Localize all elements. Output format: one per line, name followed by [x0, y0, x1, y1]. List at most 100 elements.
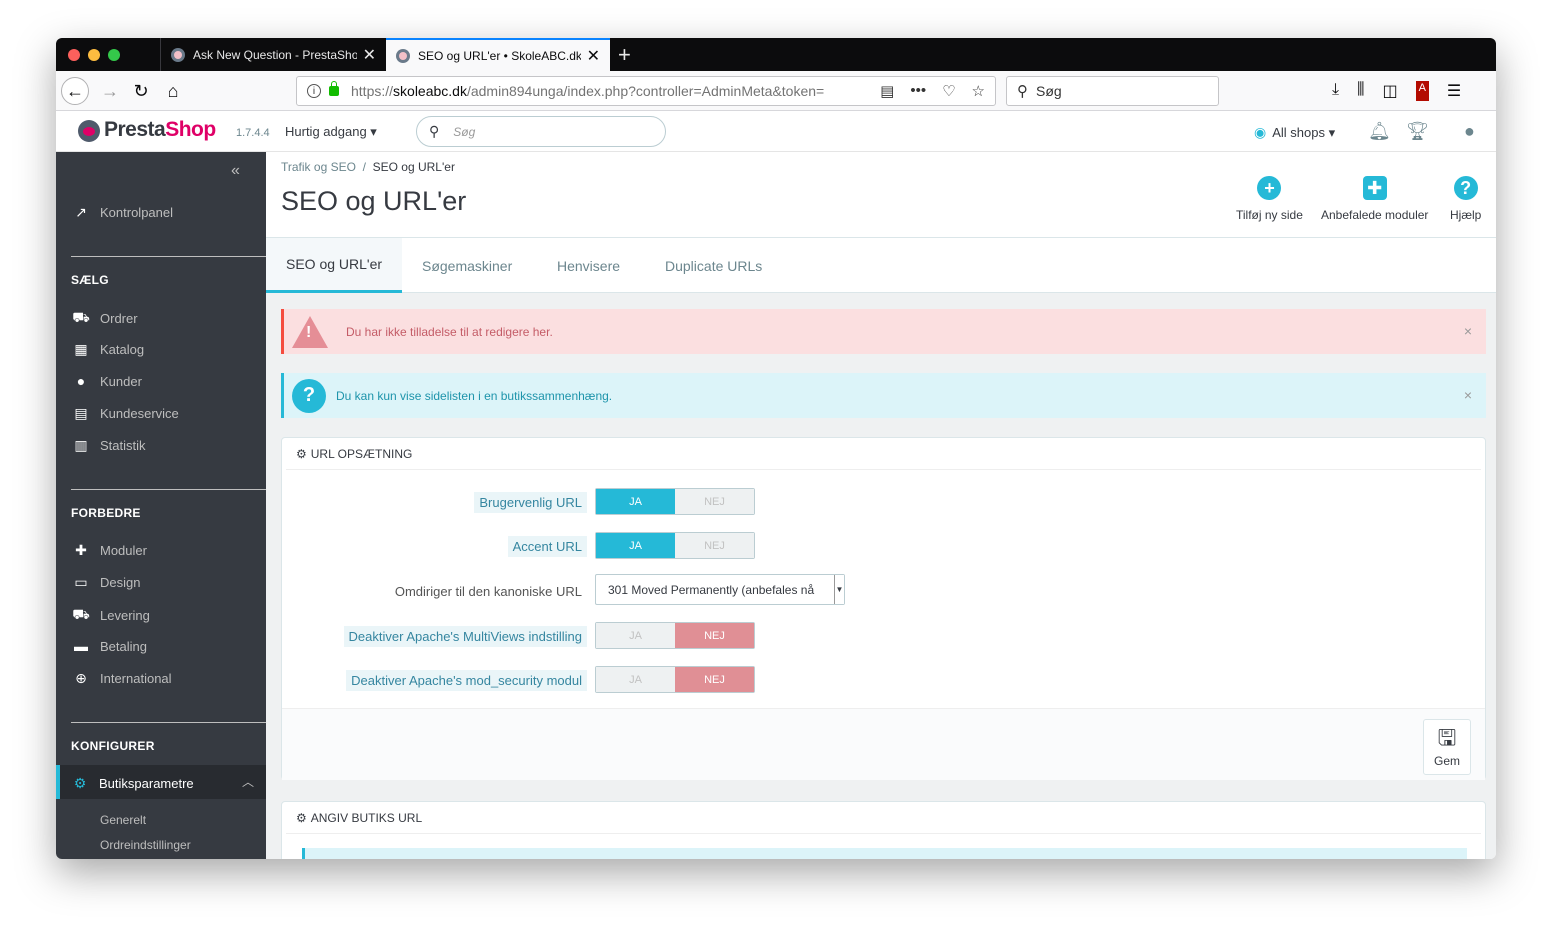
- url-setup-panel: ⚙ URL OPSÆTNING Brugervenlig URL JA NEJ …: [281, 437, 1486, 780]
- switch-no[interactable]: NEJ: [675, 489, 754, 514]
- library-icon[interactable]: ⫼: [1357, 81, 1364, 101]
- switch-no[interactable]: NEJ: [675, 623, 754, 648]
- arrow-left-icon: ←: [66, 80, 84, 101]
- sidebar-item-catalog[interactable]: ▦ Katalog: [72, 341, 144, 358]
- all-shops-dropdown[interactable]: ◉ All shops ▾: [1254, 124, 1335, 141]
- browser-tab-1[interactable]: Ask New Question - PrestaShop ✕: [160, 38, 386, 71]
- back-button[interactable]: ←: [61, 77, 89, 105]
- sidebar-item-payment[interactable]: ▬ Betaling: [72, 638, 147, 654]
- prestashop-favicon-icon: [396, 48, 410, 63]
- sidebar-item-modules[interactable]: ✚ Moduler: [72, 542, 147, 559]
- close-alert-button[interactable]: ×: [1464, 387, 1472, 403]
- field-label[interactable]: Brugervenlig URL: [474, 492, 587, 513]
- switch-yes[interactable]: JA: [596, 489, 675, 514]
- quick-access-dropdown[interactable]: Hurtig adgang ▾: [285, 124, 377, 140]
- download-icon[interactable]: ⤓: [1332, 81, 1339, 101]
- reload-button[interactable]: ↻: [127, 77, 155, 105]
- prestashop-logo[interactable]: PrestaShop: [104, 118, 216, 142]
- pocket-icon[interactable]: ♡: [942, 82, 955, 100]
- field-label[interactable]: Accent URL: [507, 536, 587, 557]
- sidebar-item-international[interactable]: ⊕ International: [72, 670, 171, 687]
- browser-tab-2[interactable]: SEO og URL'er • SkoleABC.dk ✕: [386, 38, 610, 71]
- close-tab-icon[interactable]: ✕: [587, 46, 600, 66]
- accent-url-switch[interactable]: JA NEJ: [595, 532, 755, 559]
- help-button[interactable]: ? Hjælp: [1450, 176, 1481, 222]
- admin-search-input[interactable]: ⚲ Søg: [416, 116, 666, 147]
- sidebar-heading-sell: SÆLG: [71, 273, 109, 287]
- sidebar-subitem-order-settings[interactable]: Ordreindstillinger: [100, 838, 191, 852]
- url-bar[interactable]: i https://skoleabc.dk/admin894unga/index…: [296, 76, 996, 106]
- prestashop-logo-icon[interactable]: [78, 120, 100, 142]
- collapse-sidebar-icon[interactable]: «: [231, 162, 240, 180]
- friendly-url-switch[interactable]: JA NEJ: [595, 488, 755, 515]
- pdf-extension-icon[interactable]: A: [1415, 81, 1429, 101]
- page-actions-icon[interactable]: •••: [910, 82, 926, 100]
- multiviews-switch[interactable]: JA NEJ: [595, 622, 755, 649]
- tab-referrers[interactable]: Henvisere: [557, 238, 620, 293]
- puzzle-icon: ✚: [1362, 176, 1387, 200]
- shop-url-panel: ⚙ ANGIV BUTIKS URL: [281, 801, 1486, 859]
- sidebar-subitem-general[interactable]: Generelt: [100, 813, 146, 827]
- field-label[interactable]: Deaktiver Apache's mod_security modul: [346, 670, 587, 691]
- field-label[interactable]: Deaktiver Apache's MultiViews indstillin…: [343, 626, 587, 647]
- close-window-button[interactable]: [68, 49, 80, 61]
- switch-yes[interactable]: JA: [596, 623, 675, 648]
- credit-card-icon: ▬: [74, 638, 88, 654]
- tab-duplicate-urls[interactable]: Duplicate URLs: [665, 238, 762, 293]
- switch-yes[interactable]: JA: [596, 667, 675, 692]
- help-circle-icon: ?: [292, 378, 326, 413]
- info-icon[interactable]: i: [307, 84, 321, 98]
- trophy-icon[interactable]: 🏆︎: [1406, 121, 1429, 142]
- close-alert-button[interactable]: ×: [1464, 323, 1472, 339]
- sidebar-item-design[interactable]: ▭ Design: [72, 574, 140, 591]
- floppy-disk-icon: 🖫︎: [1437, 725, 1457, 750]
- basket-icon: ⛟: [72, 309, 90, 325]
- sidebar-item-customer-service[interactable]: ▤ Kundeservice: [72, 405, 178, 422]
- switch-no[interactable]: NEJ: [675, 667, 754, 692]
- reader-view-icon[interactable]: ▤: [880, 82, 894, 100]
- home-icon: ⌂: [167, 80, 179, 101]
- warning-icon: !: [292, 315, 328, 348]
- close-tab-icon[interactable]: ✕: [363, 45, 376, 65]
- hamburger-menu-icon[interactable]: ☰: [1447, 81, 1461, 101]
- friendly-url-row: Brugervenlig URL JA NEJ: [282, 488, 1487, 516]
- sidebar-item-shipping[interactable]: ⛟ Levering: [72, 606, 150, 625]
- sidebar-item-orders[interactable]: ⛟ Ordrer: [72, 309, 137, 328]
- search-icon: ⚲: [429, 123, 440, 139]
- bookmark-star-icon[interactable]: ☆: [972, 82, 985, 100]
- switch-yes[interactable]: JA: [596, 533, 675, 558]
- shop-url-info-alert: [302, 848, 1467, 859]
- notifications-bell-icon[interactable]: 🔔︎: [1368, 121, 1391, 142]
- sidebar-item-shop-parameters-label[interactable]: ⚙ Butiksparametre: [71, 775, 194, 792]
- page-tabs: SEO og URL'er Søgemaskiner Henvisere Dup…: [266, 238, 1496, 293]
- sidebar-item-dashboard[interactable]: ↗ Kontrolpanel: [72, 204, 173, 221]
- maximize-window-button[interactable]: [108, 49, 120, 61]
- search-icon: ⚲: [1017, 83, 1028, 100]
- lock-icon: [329, 81, 339, 96]
- forward-button[interactable]: →: [96, 77, 124, 105]
- breadcrumb-parent-link[interactable]: Trafik og SEO: [281, 160, 356, 174]
- sidebar-toggle-icon[interactable]: ◫: [1382, 81, 1397, 101]
- add-new-page-button[interactable]: + Tilføj ny side: [1236, 176, 1303, 222]
- panel-footer: 🖫︎ Gem: [282, 708, 1485, 780]
- switch-no[interactable]: NEJ: [675, 533, 754, 558]
- settings-gear-icon: ⚙: [73, 775, 87, 791]
- minimize-window-button[interactable]: [88, 49, 100, 61]
- new-tab-button[interactable]: +: [618, 42, 631, 68]
- browser-search-input[interactable]: ⚲ Søg: [1006, 76, 1219, 106]
- canonical-redirect-select[interactable]: 301 Moved Permanently (anbefales nå ▼: [595, 574, 845, 605]
- recommended-modules-button[interactable]: ✚ Anbefalede moduler: [1321, 176, 1428, 222]
- chevron-up-icon[interactable]: ︿: [242, 773, 254, 790]
- save-button[interactable]: 🖫︎ Gem: [1423, 719, 1471, 775]
- browser-window: Ask New Question - PrestaShop ✕ SEO og U…: [56, 38, 1496, 859]
- tab-seo-urls[interactable]: SEO og URL'er: [266, 238, 403, 293]
- sidebar-heading-improve: FORBEDRE: [71, 506, 141, 520]
- user-account-icon[interactable]: ●: [1464, 121, 1475, 142]
- mod-security-switch[interactable]: JA NEJ: [595, 666, 755, 693]
- sidebar-item-customers[interactable]: ● Kunder: [72, 373, 142, 389]
- url-text[interactable]: https://skoleabc.dk/admin894unga/index.p…: [351, 83, 831, 99]
- globe-icon: ⊕: [75, 670, 87, 686]
- tab-search-engines[interactable]: Søgemaskiner: [422, 238, 512, 293]
- home-button[interactable]: ⌂: [159, 77, 187, 105]
- sidebar-item-stats[interactable]: ▥ Statistik: [72, 437, 145, 454]
